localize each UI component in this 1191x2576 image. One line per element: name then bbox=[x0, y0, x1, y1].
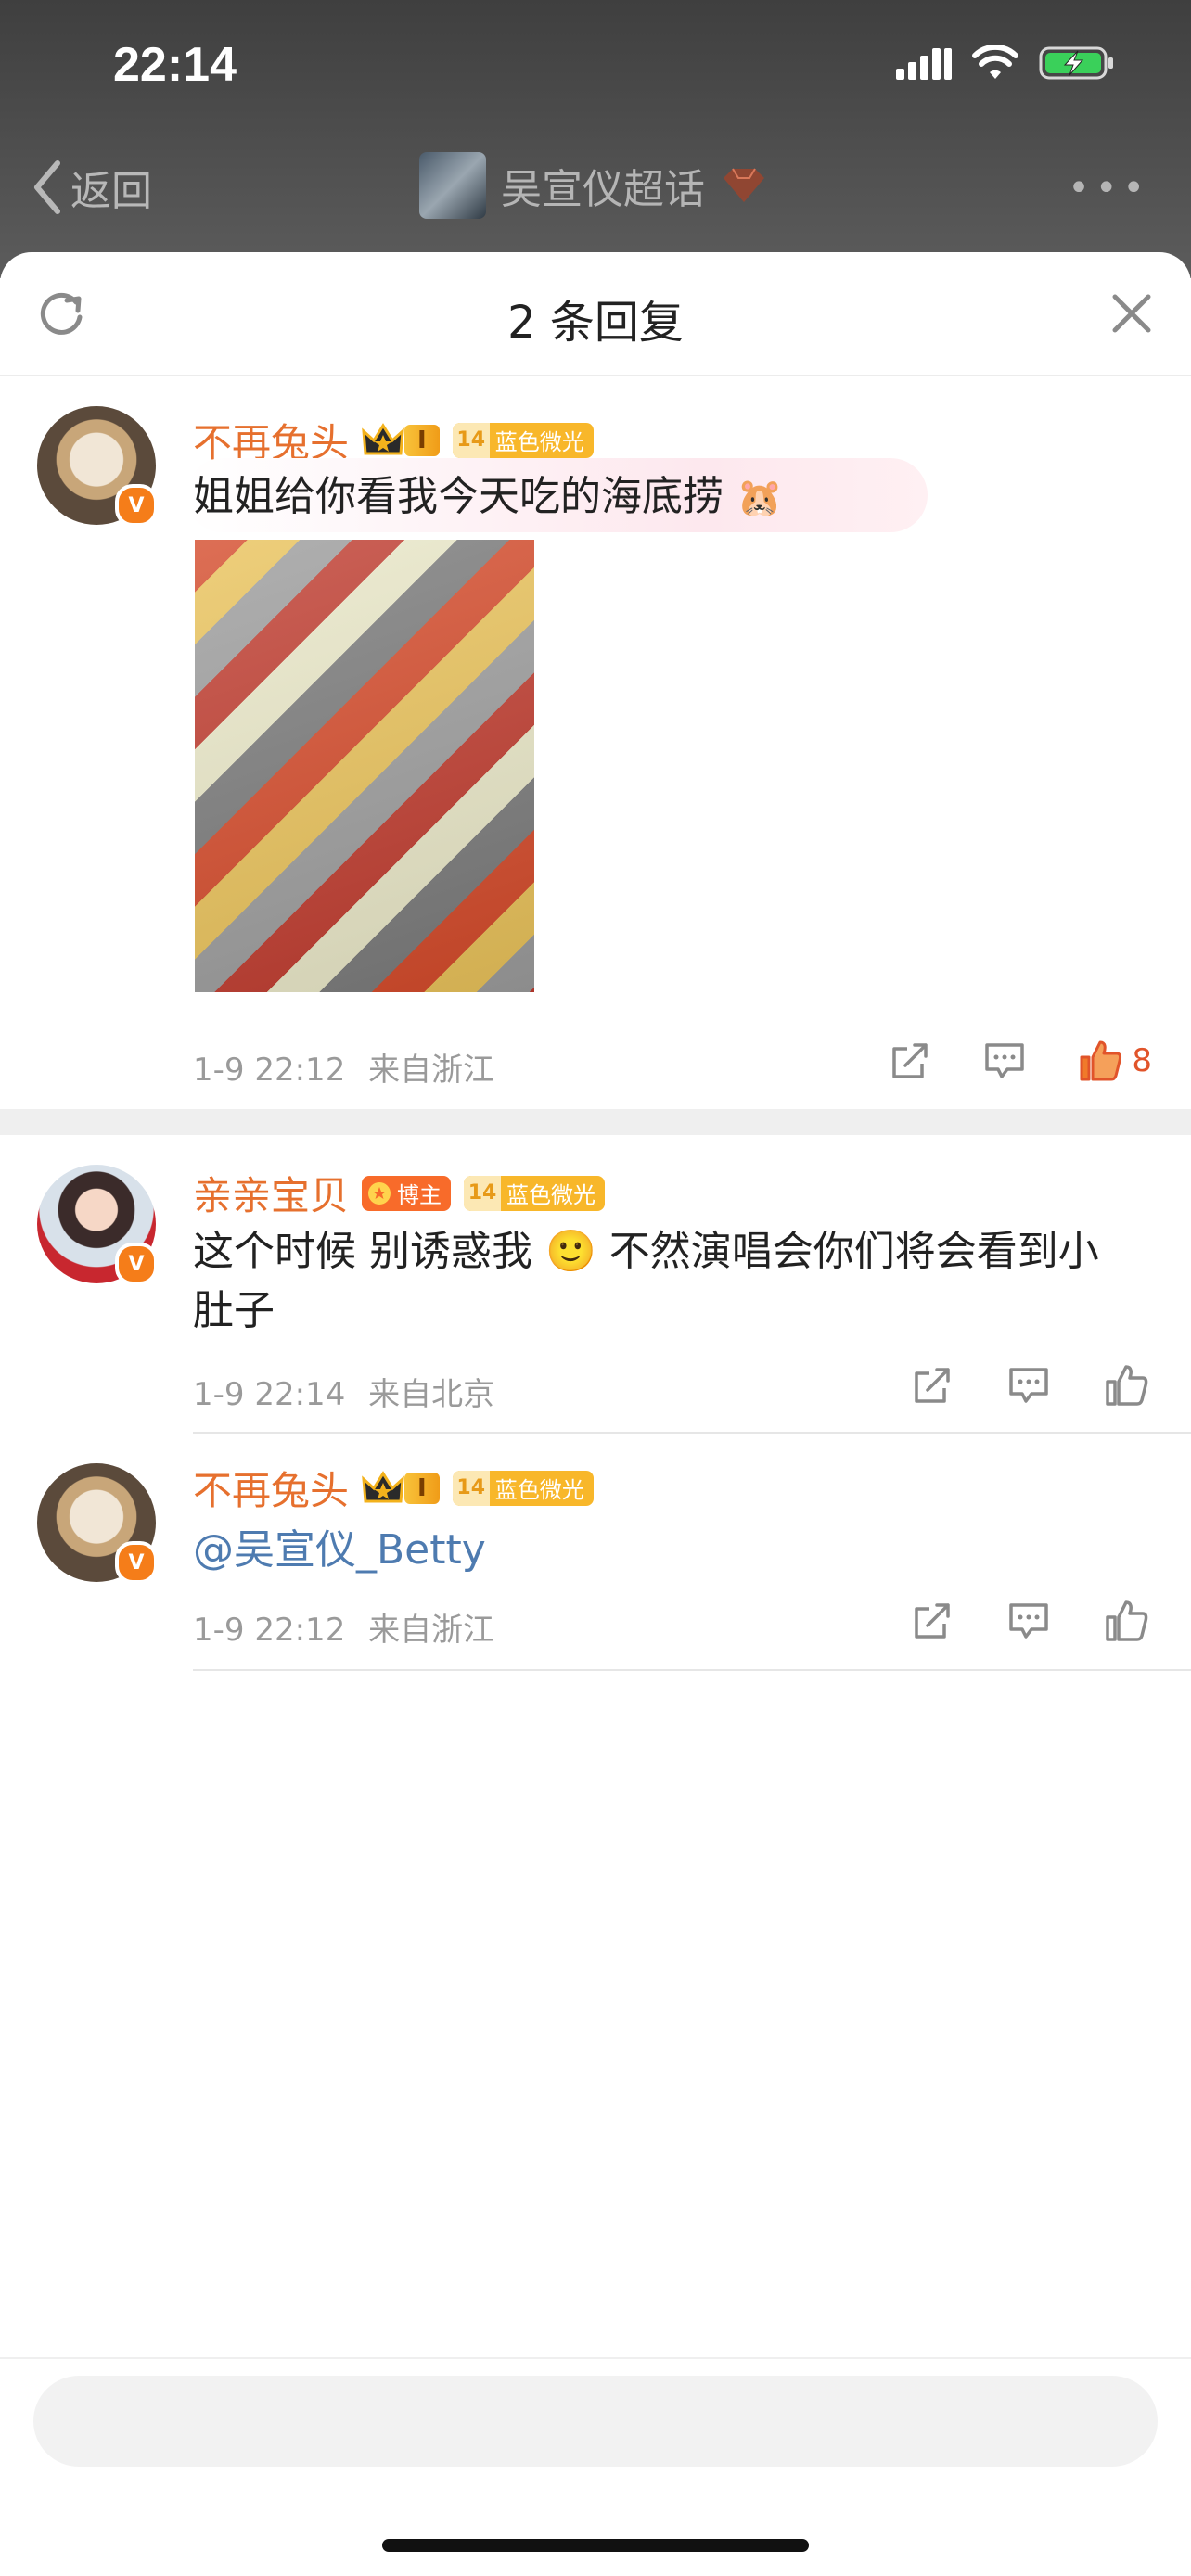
timestamp: 1-9 22:12 bbox=[193, 1612, 346, 1649]
fan-level: 14 bbox=[452, 422, 490, 458]
status-icons bbox=[896, 45, 1115, 82]
like-button[interactable]: 8 bbox=[1078, 1039, 1152, 1083]
comment-meta: 1-9 22:14 来自北京 bbox=[193, 1369, 494, 1414]
level-badge[interactable]: I bbox=[362, 422, 440, 459]
avatar[interactable]: V bbox=[37, 406, 158, 527]
fan-badge-text: 蓝色微光 bbox=[494, 1477, 584, 1503]
share-icon[interactable] bbox=[889, 1039, 931, 1082]
verified-badge: V bbox=[115, 484, 158, 527]
section-divider bbox=[0, 1109, 1191, 1135]
comment-text-line: 肚子 bbox=[193, 1287, 275, 1334]
level-badge-text: I bbox=[404, 1472, 440, 1504]
comment-text-content: 姐姐给你看我今天吃的海底捞 bbox=[193, 473, 724, 520]
name-row: 不再兔头 I 14 蓝色微光 bbox=[193, 1460, 594, 1516]
comment-text: 这个时候 别诱惑我 🙂 不然演唱会你们将会看到小 肚子 bbox=[193, 1222, 1099, 1341]
level-badge-text: I bbox=[404, 424, 440, 456]
comment-divider bbox=[193, 1432, 1191, 1434]
comment-meta: 1-9 22:12 来自浙江 bbox=[193, 1044, 494, 1090]
level-badge[interactable]: I bbox=[362, 1470, 440, 1507]
replies-sheet: 2 条回复 V 不再兔头 I 14 蓝色微光 姐姐给你看我今天吃的海底捞 🐹 1… bbox=[0, 252, 1191, 2576]
author-name[interactable]: 亲亲宝贝 bbox=[193, 1165, 349, 1221]
more-icon[interactable]: ••• bbox=[1068, 167, 1150, 210]
timestamp: 1-9 22:14 bbox=[193, 1376, 346, 1413]
back-label: 返回 bbox=[70, 168, 152, 215]
sheet-header: 2 条回复 bbox=[0, 252, 1191, 376]
comment-divider bbox=[193, 1669, 1191, 1671]
share-icon[interactable] bbox=[911, 1600, 954, 1642]
medal-icon bbox=[368, 1181, 391, 1205]
crown-icon bbox=[362, 1470, 404, 1502]
comment-text: 姐姐给你看我今天吃的海底捞 🐹 bbox=[193, 467, 783, 528]
signal-icon bbox=[896, 48, 952, 80]
battery-icon bbox=[1039, 46, 1113, 80]
crown-icon bbox=[362, 422, 404, 454]
like-icon[interactable] bbox=[1104, 1363, 1148, 1408]
supertopic-thumbnail bbox=[419, 152, 486, 219]
footer-divider bbox=[0, 2357, 1191, 2359]
author-name[interactable]: 不再兔头 bbox=[193, 1460, 349, 1516]
supertopic-title-text: 吴宣仪超话 bbox=[501, 166, 705, 213]
avatar[interactable]: V bbox=[37, 1463, 158, 1584]
fan-badge[interactable]: 14 蓝色微光 bbox=[464, 1175, 606, 1211]
blogger-badge-text: 博主 bbox=[397, 1182, 442, 1208]
comment-photo[interactable] bbox=[195, 540, 534, 992]
comment-actions bbox=[911, 1599, 1148, 1643]
fan-level: 14 bbox=[464, 1175, 502, 1211]
reply-input[interactable] bbox=[33, 2376, 1158, 2467]
comment-icon[interactable] bbox=[1007, 1600, 1050, 1642]
gem-icon bbox=[724, 168, 764, 202]
fan-badge[interactable]: 14 蓝色微光 bbox=[452, 1470, 594, 1506]
close-icon[interactable] bbox=[1109, 291, 1154, 336]
share-icon[interactable] bbox=[911, 1364, 954, 1407]
back-chevron-icon bbox=[34, 160, 60, 214]
location: 来自浙江 bbox=[368, 1052, 495, 1089]
like-count: 8 bbox=[1132, 1042, 1152, 1079]
home-indicator bbox=[382, 2539, 809, 2552]
wifi-icon bbox=[972, 45, 1018, 79]
comment-text: @吴宣仪_Betty bbox=[193, 1521, 486, 1580]
sheet-title: 2 条回复 bbox=[507, 297, 684, 349]
underlying-nav-bar: 返回 吴宣仪超话 ••• bbox=[0, 148, 1191, 232]
blogger-badge[interactable]: 博主 bbox=[362, 1175, 452, 1211]
mention-link[interactable]: @吴宣仪_Betty bbox=[193, 1526, 486, 1574]
comment-meta: 1-9 22:12 来自浙江 bbox=[193, 1604, 494, 1650]
location: 来自北京 bbox=[368, 1376, 495, 1413]
status-time: 22:14 bbox=[113, 38, 237, 92]
comment-icon[interactable] bbox=[1007, 1364, 1050, 1407]
back-button[interactable]: 返回 bbox=[32, 158, 152, 217]
verified-badge: V bbox=[115, 1541, 158, 1584]
like-icon bbox=[1080, 1040, 1122, 1081]
comment-text-line: 这个时候 别诱惑我 🙂 不然演唱会你们将会看到小 bbox=[193, 1228, 1099, 1275]
fan-badge-text: 蓝色微光 bbox=[506, 1182, 596, 1208]
avatar[interactable]: V bbox=[37, 1165, 158, 1285]
fan-badge[interactable]: 14 蓝色微光 bbox=[452, 422, 594, 458]
name-row: 亲亲宝贝 博主 14 蓝色微光 bbox=[193, 1165, 606, 1221]
comment-icon[interactable] bbox=[983, 1039, 1026, 1082]
fan-level: 14 bbox=[452, 1470, 490, 1506]
emoji-icon: 🐹 bbox=[736, 477, 783, 519]
location: 来自浙江 bbox=[368, 1612, 495, 1649]
verified-badge: V bbox=[115, 1243, 158, 1285]
timestamp: 1-9 22:12 bbox=[193, 1052, 346, 1089]
fan-badge-text: 蓝色微光 bbox=[494, 429, 584, 455]
like-icon[interactable] bbox=[1104, 1599, 1148, 1643]
comment-actions bbox=[911, 1363, 1148, 1408]
supertopic-title[interactable]: 吴宣仪超话 bbox=[419, 152, 768, 219]
comment-actions: 8 bbox=[889, 1039, 1152, 1083]
